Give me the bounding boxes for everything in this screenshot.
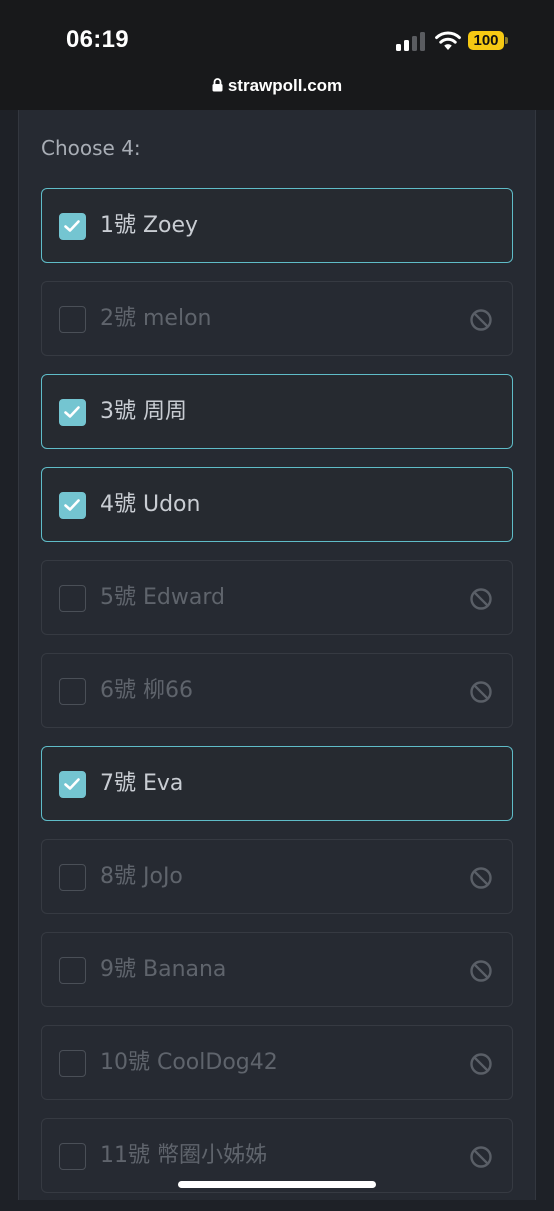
check-icon [64,406,80,418]
poll-option-disabled: 2號 melon [41,281,513,356]
poll-option-disabled: 5號 Edward [41,560,513,635]
poll-option-checked[interactable]: 7號 Eva [41,746,513,821]
option-checkbox[interactable] [59,399,86,426]
no-entry-icon [470,1146,492,1168]
option-label: 9號 Banana [100,957,227,982]
poll-option-checked[interactable]: 3號 周周 [41,374,513,449]
poll-option-checked[interactable]: 1號 Zoey [41,188,513,263]
no-entry-icon [470,867,492,889]
option-label: 10號 CoolDog42 [100,1050,278,1075]
option-label: 1號 Zoey [100,213,199,238]
option-label: 4號 Udon [100,492,201,517]
status-bar: 06:19 100 strawpoll.com [0,0,554,110]
check-icon [64,499,80,511]
option-checkbox[interactable] [59,492,86,519]
no-entry-icon [470,960,492,982]
check-icon [64,220,80,232]
home-indicator[interactable] [178,1181,376,1188]
option-label: 7號 Eva [100,771,184,796]
no-entry-icon [470,309,492,331]
address-bar[interactable]: strawpoll.com [0,76,554,96]
battery-tip [505,37,508,44]
option-label: 3號 周周 [100,399,187,424]
poll-option-disabled: 8號 JoJo [41,839,513,914]
option-checkbox [59,678,86,705]
url-text: strawpoll.com [227,76,343,95]
poll-option-disabled: 10號 CoolDog42 [41,1025,513,1100]
option-label: 5號 Edward [100,585,225,610]
poll-prompt: Choose 4: [41,136,141,160]
option-checkbox [59,1143,86,1170]
option-label: 6號 柳66 [100,678,193,703]
option-checkbox [59,957,86,984]
option-checkbox[interactable] [59,771,86,798]
check-icon [64,778,80,790]
lock-icon [212,78,223,92]
option-checkbox [59,1050,86,1077]
battery-indicator: 100 [468,31,504,50]
poll-option-disabled: 9號 Banana [41,932,513,1007]
cellular-signal-icon [396,31,426,51]
poll-option-checked[interactable]: 4號 Udon [41,467,513,542]
poll-option-disabled: 6號 柳66 [41,653,513,728]
option-label: 8號 JoJo [100,864,183,889]
no-entry-icon [470,681,492,703]
no-entry-icon [470,588,492,610]
option-label: 2號 melon [100,306,212,331]
option-checkbox [59,864,86,891]
option-checkbox [59,306,86,333]
poll-options-list: 1號 Zoey 2號 melon 3號 周周 4號 Udon 5號 Edward… [41,188,513,1211]
option-checkbox [59,585,86,612]
no-entry-icon [470,1053,492,1075]
wifi-icon [435,31,461,50]
option-checkbox[interactable] [59,213,86,240]
status-time: 06:19 [66,26,129,53]
